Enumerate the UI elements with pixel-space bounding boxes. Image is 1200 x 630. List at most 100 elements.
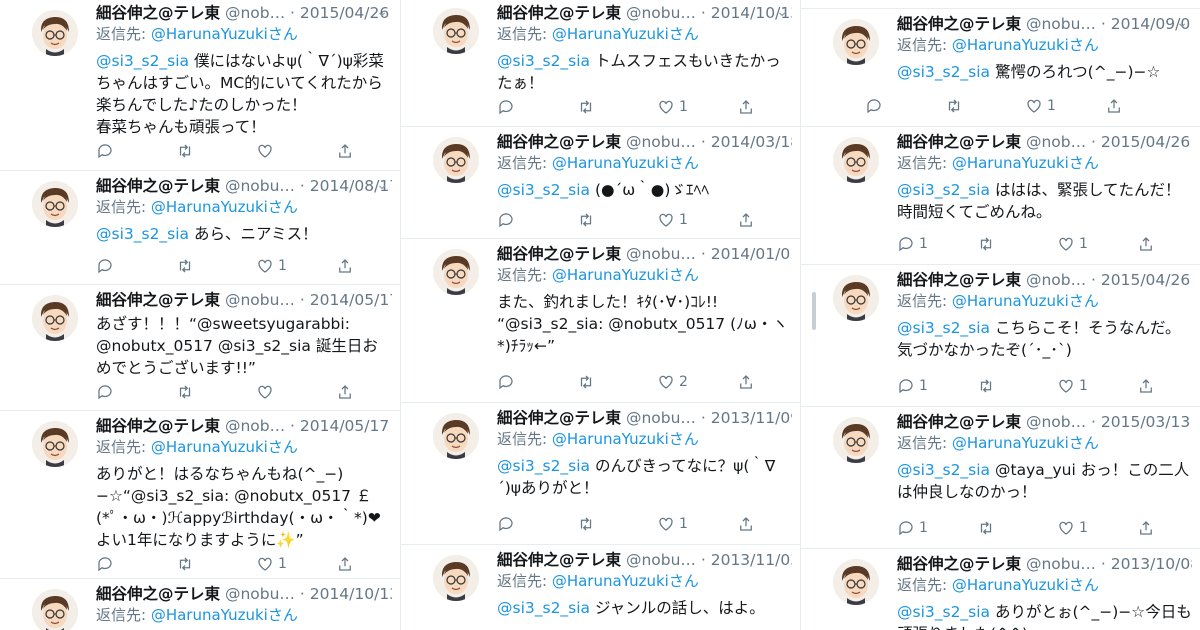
tweet[interactable]: 細谷伸之@テレ東 @nob… · 2015/03/13 返信先: @Haruna… — [801, 406, 1200, 548]
avatar[interactable] — [833, 417, 879, 463]
retweet-button[interactable] — [977, 375, 1057, 397]
tweet[interactable]: 細谷伸之@テレ東 @nobu… · 2013/11/09 返信先: @Harun… — [401, 402, 800, 544]
avatar[interactable] — [32, 589, 78, 630]
timestamp[interactable]: 2014/10/13 — [310, 585, 392, 603]
like-button[interactable]: 2 — [657, 371, 737, 393]
handle[interactable]: @nob… — [225, 417, 285, 435]
reply-target-link[interactable]: @HarunaYuzukiさん — [552, 572, 699, 590]
retweet-button[interactable] — [945, 95, 1025, 117]
retweet-button[interactable] — [176, 381, 256, 403]
reply-target-link[interactable]: @HarunaYuzukiさん — [151, 25, 298, 43]
mention-link[interactable]: @si3_s2_sia — [96, 225, 189, 243]
display-name[interactable]: 細谷伸之@テレ東 — [497, 551, 621, 569]
timestamp[interactable]: 2015/04/26 — [1101, 271, 1190, 289]
mention-link[interactable]: @si3_s2_sia — [897, 63, 990, 81]
reply-button[interactable] — [497, 96, 577, 118]
handle[interactable]: @nob… — [1026, 133, 1086, 151]
tweet[interactable]: 細谷伸之@テレ東 @nob… · 2014/05/17 返信先: @Haruna… — [0, 410, 400, 578]
tweet[interactable]: 細谷伸之@テレ東 @nobu… · 2014/10/13 ⌄ 返信先: @Har… — [401, 0, 800, 126]
tweet[interactable]: 細谷伸之@テレ東 @nobu… · 2014/10/13 返信先: @Harun… — [0, 578, 400, 630]
retweet-button[interactable] — [577, 371, 657, 393]
mention-link[interactable]: @si3_s2_sia — [497, 52, 590, 70]
timestamp[interactable]: 2014/05/17 — [300, 417, 389, 435]
timestamp[interactable]: 2015/03/13 — [1101, 413, 1190, 431]
tweet[interactable]: 細谷伸之@テレ東 @nob… · 2015/04/26 返信先: @Haruna… — [801, 264, 1200, 406]
mention-link[interactable]: @si3_s2_sia — [497, 181, 590, 199]
share-button[interactable] — [737, 371, 759, 393]
reply-target-link[interactable]: @HarunaYuzukiさん — [952, 434, 1099, 452]
reply-target-link[interactable]: @HarunaYuzukiさん — [552, 266, 699, 284]
like-button[interactable]: 1 — [657, 513, 737, 535]
like-button[interactable]: 1 — [1057, 233, 1137, 255]
reply-target-link[interactable]: @HarunaYuzukiさん — [552, 154, 699, 172]
share-button[interactable] — [1137, 375, 1159, 397]
mention-link[interactable]: @si3_s2_sia — [897, 319, 990, 337]
display-name[interactable]: 細谷伸之@テレ東 — [497, 245, 621, 263]
like-button[interactable]: 1 — [1025, 95, 1105, 117]
share-button[interactable] — [336, 381, 358, 403]
retweet-button[interactable] — [176, 255, 256, 277]
reply-button[interactable]: 1 — [897, 517, 977, 539]
like-button[interactable]: 1 — [657, 96, 737, 118]
retweet-button[interactable] — [176, 553, 256, 575]
tweet[interactable]: 細谷伸之@テレ東 @nobu… · 2014/05/17 あざす！！！“@swe… — [0, 284, 400, 410]
timestamp[interactable]: 2013/10/08 — [1111, 555, 1192, 573]
chevron-down-icon[interactable]: ⌄ — [376, 4, 388, 20]
like-button[interactable] — [256, 381, 336, 403]
avatar[interactable] — [32, 10, 78, 56]
display-name[interactable]: 細谷伸之@テレ東 — [897, 413, 1021, 431]
reply-button[interactable] — [865, 95, 945, 117]
share-button[interactable] — [1137, 517, 1159, 539]
chevron-down-icon[interactable]: ⌄ — [776, 4, 788, 20]
reply-button[interactable] — [96, 140, 176, 162]
handle[interactable]: @nob… — [1026, 271, 1086, 289]
display-name[interactable]: 細谷伸之@テレ東 — [96, 585, 220, 603]
display-name[interactable]: 細谷伸之@テレ東 — [96, 177, 220, 195]
mention-link[interactable]: @si3_s2_sia — [897, 181, 990, 199]
chevron-down-icon[interactable]: ⌄ — [376, 177, 388, 193]
avatar[interactable] — [433, 137, 479, 183]
tweet[interactable]: 細谷伸之@テレ東 @nobu… · 2014/08/17 ⌄ 返信先: @Har… — [0, 170, 400, 284]
tweet[interactable]: 細谷伸之@テレ東 @nobu… · 2014/01/01 返信先: @Harun… — [401, 238, 800, 402]
reply-button[interactable]: 1 — [897, 233, 977, 255]
reply-button[interactable] — [96, 553, 176, 575]
mention-link[interactable]: @si3_s2_sia — [497, 457, 590, 475]
timestamp[interactable]: 2013/11/09 — [711, 409, 792, 427]
avatar[interactable] — [433, 413, 479, 459]
like-button[interactable]: 1 — [256, 255, 336, 277]
share-button[interactable] — [1105, 95, 1127, 117]
reply-target-link[interactable]: @HarunaYuzukiさん — [952, 154, 1099, 172]
reply-target-link[interactable]: @HarunaYuzukiさん — [552, 430, 699, 448]
mention-link[interactable]: @si3_s2_sia — [897, 461, 990, 479]
tweet[interactable]: 細谷伸之@テレ東 @nobu… · 2013/11/03 返信先: @Harun… — [401, 544, 800, 630]
retweet-button[interactable] — [977, 517, 1057, 539]
display-name[interactable]: 細谷伸之@テレ東 — [497, 133, 621, 151]
handle[interactable]: @nob… — [225, 4, 285, 22]
chevron-down-icon[interactable]: ⌄ — [1176, 15, 1188, 31]
reply-button[interactable] — [497, 513, 577, 535]
retweet-button[interactable] — [176, 140, 256, 162]
handle[interactable]: @nobu… — [626, 245, 696, 263]
tweet[interactable]: 細谷伸之@テレ東 @nobu… · 2014/09/01 ⌄ 返信先: @Har… — [801, 8, 1200, 126]
display-name[interactable]: 細谷伸之@テレ東 — [897, 15, 1021, 33]
display-name[interactable]: 細谷伸之@テレ東 — [96, 4, 220, 22]
display-name[interactable]: 細谷伸之@テレ東 — [897, 133, 1021, 151]
timeline-column-middle[interactable]: 細谷伸之@テレ東 @nobu… · 2014/10/13 ⌄ 返信先: @Har… — [400, 0, 800, 630]
reply-target-link[interactable]: @HarunaYuzukiさん — [952, 292, 1099, 310]
reply-target-link[interactable]: @HarunaYuzukiさん — [151, 606, 298, 624]
avatar[interactable] — [833, 559, 879, 605]
tweet[interactable]: 細谷伸之@テレ東 @nob… · 2015/04/26 ⌄ 返信先: @Haru… — [0, 0, 400, 170]
display-name[interactable]: 細谷伸之@テレ東 — [897, 271, 1021, 289]
handle[interactable]: @nobu… — [626, 133, 696, 151]
like-button[interactable]: 1 — [657, 209, 737, 231]
tweet[interactable]: 細谷伸之@テレ東 @nobu… · 2013/10/08 返信先: @Harun… — [801, 548, 1200, 630]
handle[interactable]: @nobu… — [1026, 555, 1096, 573]
avatar[interactable] — [32, 295, 78, 341]
timestamp[interactable]: 2014/01/01 — [711, 245, 792, 263]
share-button[interactable] — [737, 209, 759, 231]
avatar[interactable] — [32, 181, 78, 227]
reply-target-link[interactable]: @HarunaYuzukiさん — [952, 36, 1099, 54]
scrollbar-thumb[interactable] — [812, 292, 816, 330]
handle[interactable]: @nobu… — [1026, 15, 1096, 33]
mention-link[interactable]: @si3_s2_sia — [96, 52, 189, 70]
